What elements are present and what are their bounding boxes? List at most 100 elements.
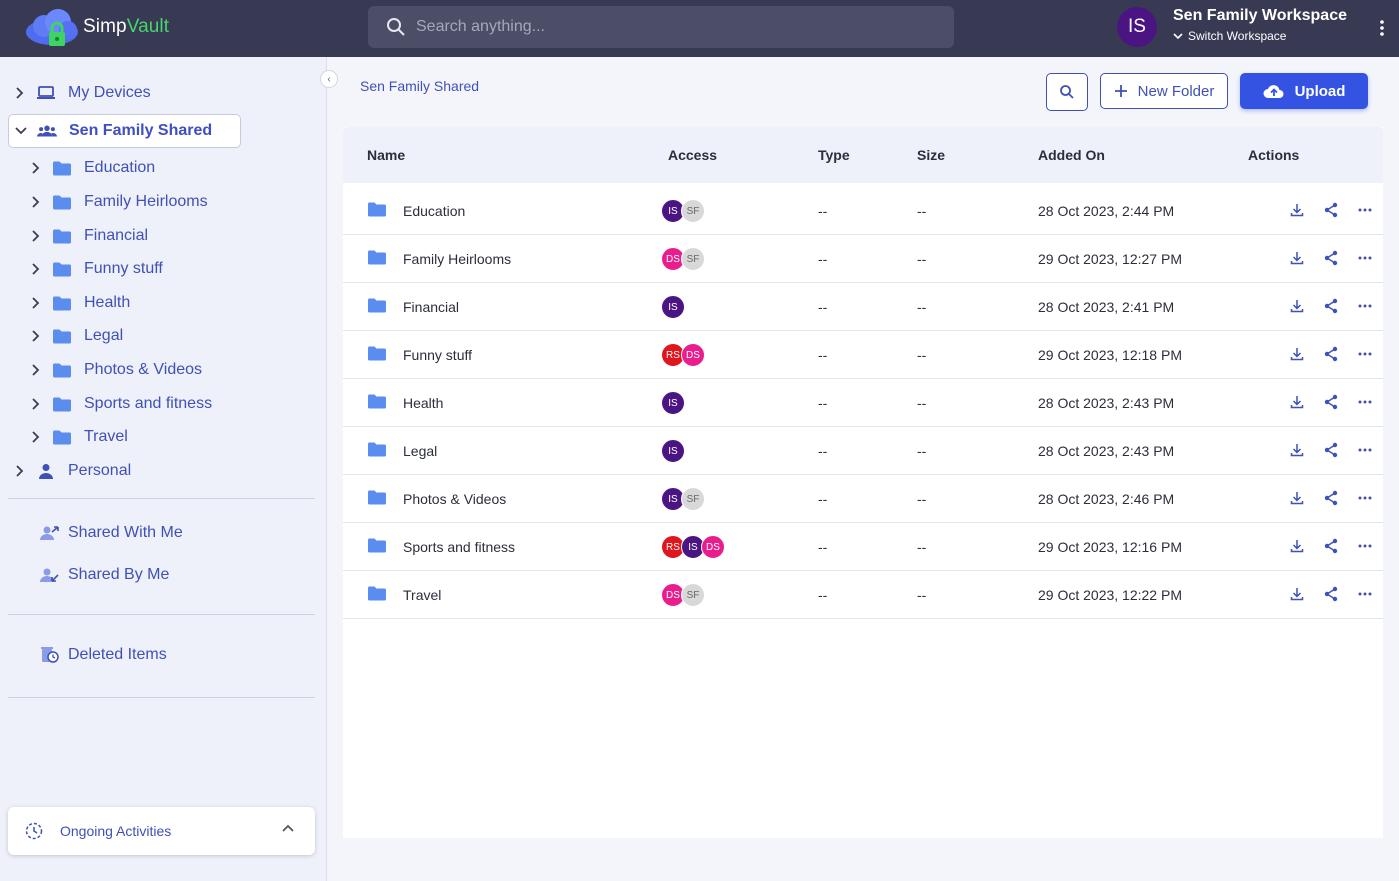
sidebar-item-my-devices[interactable]: My Devices — [12, 78, 151, 108]
table-row[interactable]: Photos & Videos IS SF -- -- 28 Oct 2023, 2:46… — [343, 475, 1383, 523]
sidebar-folder-funny-stuff[interactable]: Funny stuff — [28, 254, 163, 284]
breadcrumb[interactable]: Sen Family Shared — [360, 78, 479, 94]
download-icon[interactable] — [1288, 201, 1306, 219]
table-row[interactable]: Funny stuff RS DS -- -- 29 Oct 2023, 12:18 PM — [343, 331, 1383, 379]
file-name[interactable]: Financial — [403, 299, 459, 315]
file-name[interactable]: Education — [403, 203, 465, 219]
file-name[interactable]: Photos & Videos — [403, 491, 506, 507]
download-icon[interactable] — [1288, 249, 1306, 267]
folder-icon — [52, 226, 72, 246]
more-horizontal-icon[interactable] — [1356, 249, 1374, 267]
more-horizontal-icon[interactable] — [1356, 537, 1374, 555]
share-icon[interactable] — [1322, 345, 1340, 363]
upload-button[interactable]: Upload — [1240, 73, 1368, 109]
file-name[interactable]: Travel — [403, 587, 441, 603]
workspace-name: Sen Family Workspace — [1173, 7, 1347, 24]
table-row[interactable]: Legal IS -- -- 28 Oct 2023, 2:43 PM — [343, 427, 1383, 475]
sidebar-folder-label: Sports and fitness — [84, 395, 213, 412]
column-header-size[interactable]: Size — [917, 147, 945, 163]
search-bar[interactable] — [368, 6, 954, 48]
share-icon[interactable] — [1322, 585, 1340, 603]
folder-icon — [52, 360, 72, 380]
folder-icon — [368, 490, 386, 505]
trash-clock-icon — [40, 645, 60, 665]
added-on: 29 Oct 2023, 12:18 PM — [1038, 347, 1182, 363]
sidebar-folder-education[interactable]: Education — [28, 153, 155, 183]
sidebar-item-label: Deleted Items — [68, 646, 167, 663]
more-horizontal-icon[interactable] — [1356, 201, 1374, 219]
share-icon[interactable] — [1322, 297, 1340, 315]
share-icon[interactable] — [1322, 249, 1340, 267]
file-name[interactable]: Family Heirlooms — [403, 251, 511, 267]
new-folder-button[interactable]: New Folder — [1100, 73, 1228, 109]
more-horizontal-icon[interactable] — [1356, 489, 1374, 507]
added-on: 28 Oct 2023, 2:43 PM — [1038, 395, 1175, 411]
file-name[interactable]: Legal — [403, 443, 437, 459]
more-horizontal-icon[interactable] — [1356, 297, 1374, 315]
collapse-sidebar-button[interactable]: ‹ — [320, 70, 338, 88]
switch-workspace-button[interactable]: Switch Workspace — [1173, 29, 1286, 43]
chevron-up-icon[interactable] — [281, 823, 295, 833]
column-header-name[interactable]: Name — [367, 147, 405, 163]
folder-icon — [368, 394, 386, 409]
download-icon[interactable] — [1288, 489, 1306, 507]
sidebar-folder-health[interactable]: Health — [28, 288, 130, 318]
file-size: -- — [917, 203, 927, 219]
sidebar-item-sen-family-shared[interactable]: Sen Family Shared — [8, 114, 241, 148]
sidebar-item-personal[interactable]: Personal — [12, 456, 131, 486]
sidebar-item-shared-with-me[interactable]: Shared With Me — [40, 521, 183, 545]
table-row[interactable]: Sports and fitness RS IS DS -- -- 29 Oct 2023,… — [343, 523, 1383, 571]
sidebar-folder-family-heirlooms[interactable]: Family Heirlooms — [28, 187, 208, 217]
search-icon — [387, 18, 405, 36]
column-header-access[interactable]: Access — [668, 147, 717, 163]
download-icon[interactable] — [1288, 393, 1306, 411]
file-name[interactable]: Health — [403, 395, 443, 411]
column-header-type[interactable]: Type — [818, 147, 850, 163]
more-horizontal-icon[interactable] — [1356, 441, 1374, 459]
table-row[interactable]: Health IS -- -- 28 Oct 2023, 2:43 PM — [343, 379, 1383, 427]
share-icon[interactable] — [1322, 393, 1340, 411]
search-input[interactable] — [416, 6, 936, 48]
more-vertical-icon[interactable] — [1376, 18, 1388, 38]
chevron-right-icon — [32, 297, 40, 309]
share-icon[interactable] — [1322, 441, 1340, 459]
table-row[interactable]: Financial IS -- -- 28 Oct 2023, 2:41 PM — [343, 283, 1383, 331]
more-horizontal-icon[interactable] — [1356, 585, 1374, 603]
folder-icon — [368, 298, 386, 313]
workspace-avatar[interactable]: IS — [1117, 7, 1157, 47]
download-icon[interactable] — [1288, 297, 1306, 315]
sidebar-folder-travel[interactable]: Travel — [28, 422, 128, 452]
download-icon[interactable] — [1288, 585, 1306, 603]
table-row[interactable]: Education IS SF -- -- 28 Oct 2023, 2:44 PM — [343, 187, 1383, 235]
sidebar-folder-sports-fitness[interactable]: Sports and fitness — [28, 389, 212, 419]
file-type: -- — [818, 299, 828, 315]
sidebar-folder-photos-videos[interactable]: Photos & Videos — [28, 355, 202, 385]
search-button[interactable] — [1046, 73, 1088, 111]
ongoing-activities-label: Ongoing Activities — [60, 823, 172, 839]
share-icon[interactable] — [1322, 489, 1340, 507]
download-icon[interactable] — [1288, 537, 1306, 555]
sidebar-folder-label: Photos & Videos — [84, 361, 203, 378]
file-size: -- — [917, 299, 927, 315]
column-header-added-on[interactable]: Added On — [1038, 147, 1105, 163]
folder-icon — [52, 427, 72, 447]
sidebar-item-deleted-items[interactable]: Deleted Items — [40, 643, 167, 667]
file-name[interactable]: Sports and fitness — [403, 539, 515, 555]
file-size: -- — [917, 539, 927, 555]
download-icon[interactable] — [1288, 345, 1306, 363]
sidebar-folder-financial[interactable]: Financial — [28, 221, 148, 251]
shared-with-me-icon — [40, 523, 60, 543]
user-avatar: IS — [661, 295, 685, 319]
file-name[interactable]: Funny stuff — [403, 347, 472, 363]
ongoing-activities-panel[interactable]: Ongoing Activities — [8, 807, 315, 855]
sidebar-folder-legal[interactable]: Legal — [28, 321, 123, 351]
sidebar-item-shared-by-me[interactable]: Shared By Me — [40, 563, 169, 587]
more-horizontal-icon[interactable] — [1356, 345, 1374, 363]
sidebar-divider — [8, 498, 315, 499]
download-icon[interactable] — [1288, 441, 1306, 459]
table-row[interactable]: Family Heirlooms DS SF -- -- 29 Oct 2023, 12:… — [343, 235, 1383, 283]
share-icon[interactable] — [1322, 537, 1340, 555]
table-row[interactable]: Travel DS SF -- -- 29 Oct 2023, 12:22 PM — [343, 571, 1383, 619]
more-horizontal-icon[interactable] — [1356, 393, 1374, 411]
share-icon[interactable] — [1322, 201, 1340, 219]
